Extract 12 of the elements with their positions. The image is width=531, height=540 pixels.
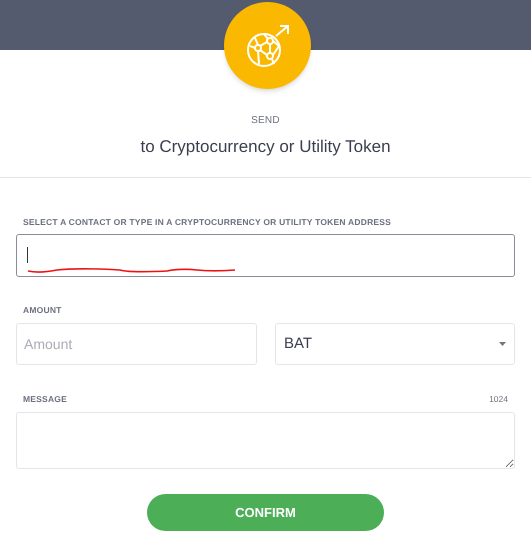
text-cursor — [27, 247, 28, 264]
token-select[interactable]: BAT — [275, 323, 515, 365]
send-eyebrow: SEND — [251, 114, 280, 128]
amount-field[interactable]: Amount — [16, 323, 257, 365]
character-counter: 1024 — [489, 393, 508, 406]
message-label: MESSAGE — [23, 393, 67, 406]
address-label: SELECT A CONTACT OR TYPE IN A CRYPTOCURRENCY OR UTILITY TOKEN ADDRESS — [22, 216, 392, 228]
caret-icon — [499, 342, 506, 346]
message-field[interactable] — [16, 412, 515, 469]
address-field[interactable] — [16, 234, 515, 278]
page-title: to Cryptocurrency or Utility Token — [140, 136, 391, 158]
amount-label: AMOUNT — [22, 304, 63, 317]
